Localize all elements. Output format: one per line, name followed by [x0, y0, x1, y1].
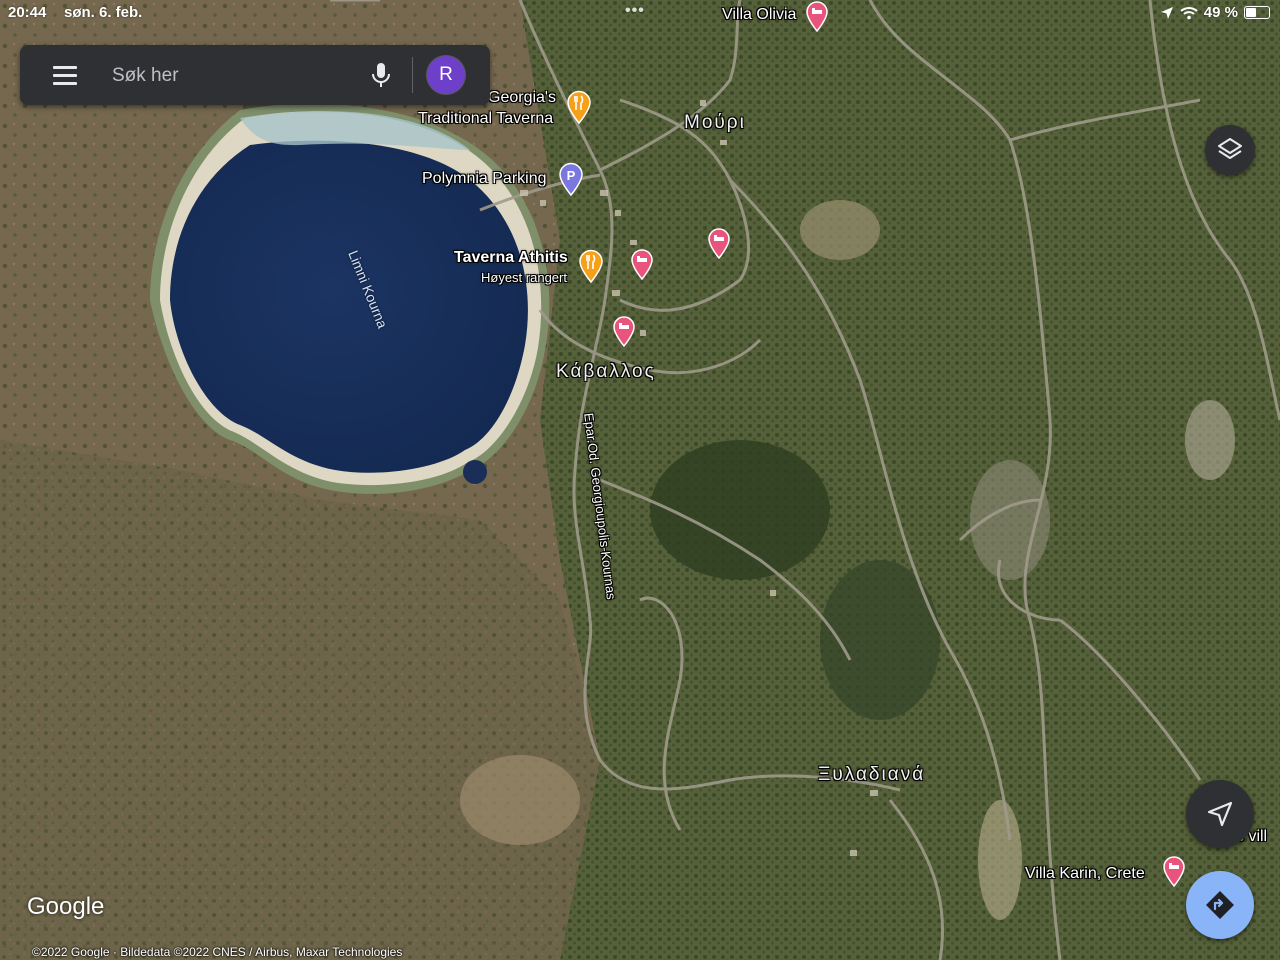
map-attribution[interactable]: ©2022 Google · Bildedata ©2022 CNES / Ai… — [32, 945, 402, 959]
hotel-icon — [708, 228, 730, 260]
hotel-pin[interactable] — [630, 248, 654, 285]
microphone-icon[interactable] — [370, 61, 392, 89]
satellite-map[interactable] — [0, 0, 1280, 960]
navigation-arrow-icon — [1207, 801, 1233, 827]
directions-icon — [1206, 891, 1234, 919]
location-arrow-icon — [1160, 6, 1173, 19]
restaurant-pin-georgias[interactable] — [566, 90, 592, 129]
restaurant-pin-taverna-athitis[interactable] — [578, 249, 604, 288]
status-bar: 20:44 søn. 6. feb. ••• 49 % — [0, 0, 1280, 26]
hotel-icon — [613, 316, 635, 348]
status-date: søn. 6. feb. — [64, 4, 143, 21]
parking-pin-polymnia[interactable]: P — [558, 162, 584, 201]
status-right-group: 49 % — [1160, 4, 1270, 21]
poi-label-polymnia-parking[interactable]: Polymnia Parking — [422, 170, 547, 188]
menu-icon[interactable] — [53, 66, 77, 85]
hotel-icon — [631, 249, 653, 281]
search-divider — [412, 57, 413, 93]
svg-text:P: P — [567, 168, 576, 183]
battery-percent: 49 % — [1203, 4, 1238, 21]
place-label-kavallos[interactable]: Κάβαλλος — [556, 361, 656, 383]
directions-button[interactable] — [1186, 871, 1254, 939]
battery-icon — [1244, 6, 1270, 19]
poi-label-taverna-athitis[interactable]: Taverna Athitis — [454, 249, 568, 267]
place-label-xyladiana[interactable]: Ξυλαδιανά — [818, 764, 925, 786]
layers-button[interactable] — [1205, 125, 1255, 175]
multitasking-dots-icon[interactable]: ••• — [625, 2, 645, 20]
account-avatar[interactable]: R — [427, 56, 465, 94]
search-input[interactable] — [110, 59, 354, 93]
hotel-pin[interactable] — [612, 315, 636, 352]
poi-label-villa-karin[interactable]: Villa Karin, Crete — [1025, 865, 1145, 883]
my-location-button[interactable] — [1186, 780, 1254, 848]
search-bar: R — [20, 45, 490, 105]
hotel-pin[interactable] — [707, 227, 731, 264]
wifi-icon — [1180, 6, 1198, 19]
poi-sublabel-taverna-athitis[interactable]: Høyest rangert — [481, 270, 567, 285]
status-time: 20:44 — [8, 4, 47, 21]
hotel-pin-villa-karin[interactable] — [1162, 855, 1186, 892]
satellite-imagery — [0, 0, 1280, 960]
poi-label-georgias-line2[interactable]: Traditional Taverna — [418, 110, 553, 128]
layers-icon — [1218, 138, 1242, 159]
place-label-mouri[interactable]: Μούρι — [684, 112, 746, 134]
hotel-icon — [1163, 856, 1185, 888]
google-logo: Google — [27, 893, 105, 920]
restaurant-icon — [579, 249, 603, 284]
poi-label-georgias-line1[interactable]: Georgia's — [488, 89, 556, 107]
parking-icon: P — [559, 162, 583, 197]
restaurant-icon — [567, 90, 591, 125]
